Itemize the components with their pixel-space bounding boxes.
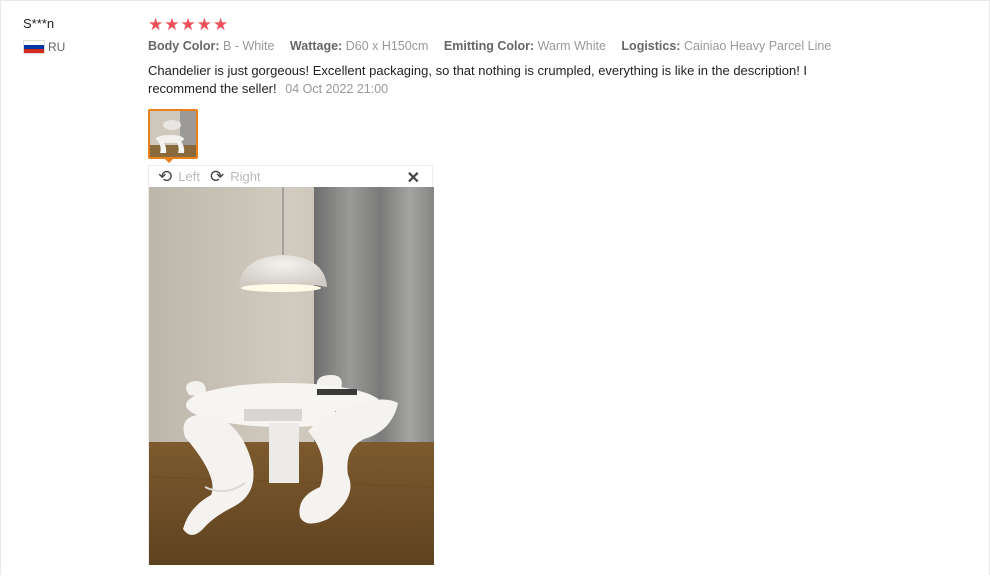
rotate-right-label: Right	[230, 169, 261, 184]
rotate-right-button[interactable]: ⟳ Right	[209, 166, 261, 186]
thumbnail-image	[150, 111, 196, 157]
review-photo	[149, 187, 434, 565]
russia-flag-icon	[23, 40, 45, 54]
country-code: RU	[48, 40, 66, 54]
rotate-left-button[interactable]: ⟲ Left	[158, 166, 200, 186]
rotate-left-icon: ⟲	[158, 166, 173, 186]
star-icon: ★	[196, 14, 212, 34]
review-body: ★ ★ ★ ★ ★ Body Color: B - White Wattage: D60…	[148, 14, 868, 98]
reviewer-info: S***n RU	[23, 16, 65, 54]
thumbnail-pointer	[163, 157, 175, 163]
review-content: Chandelier is just gorgeous! Excellent p…	[148, 63, 808, 96]
photo-viewer: ⟲ Left ⟳ Right ✕	[148, 165, 434, 565]
prop-body-color: Body Color: B - White	[148, 39, 275, 53]
prop-wattage: Wattage: D60 x H150cm	[289, 39, 429, 53]
star-icon: ★	[213, 14, 229, 34]
close-icon[interactable]: ✕	[407, 168, 420, 188]
prop-logistics: Logistics: Cainiao Heavy Parcel Line	[621, 39, 832, 53]
product-properties: Body Color: B - White Wattage: D60 x H15…	[148, 39, 868, 53]
star-rating: ★ ★ ★ ★ ★	[148, 14, 868, 34]
reviewer-name: S***n	[23, 16, 55, 31]
review-text: Chandelier is just gorgeous! Excellent p…	[148, 62, 848, 98]
reviewer-country: RU	[23, 40, 65, 54]
star-icon: ★	[148, 14, 164, 34]
star-icon: ★	[164, 14, 180, 34]
prop-emitting-color: Emitting Color: Warm White	[443, 39, 606, 53]
star-icon: ★	[180, 14, 196, 34]
rotate-right-icon: ⟳	[209, 166, 225, 186]
review-photo-thumbnail[interactable]	[148, 109, 198, 159]
rotate-left-label: Left	[178, 169, 200, 184]
viewer-toolbar: ⟲ Left ⟳ Right ✕	[149, 166, 432, 188]
review-date: 04 Oct 2022 21:00	[285, 82, 389, 96]
chandelier-photo	[149, 187, 434, 565]
